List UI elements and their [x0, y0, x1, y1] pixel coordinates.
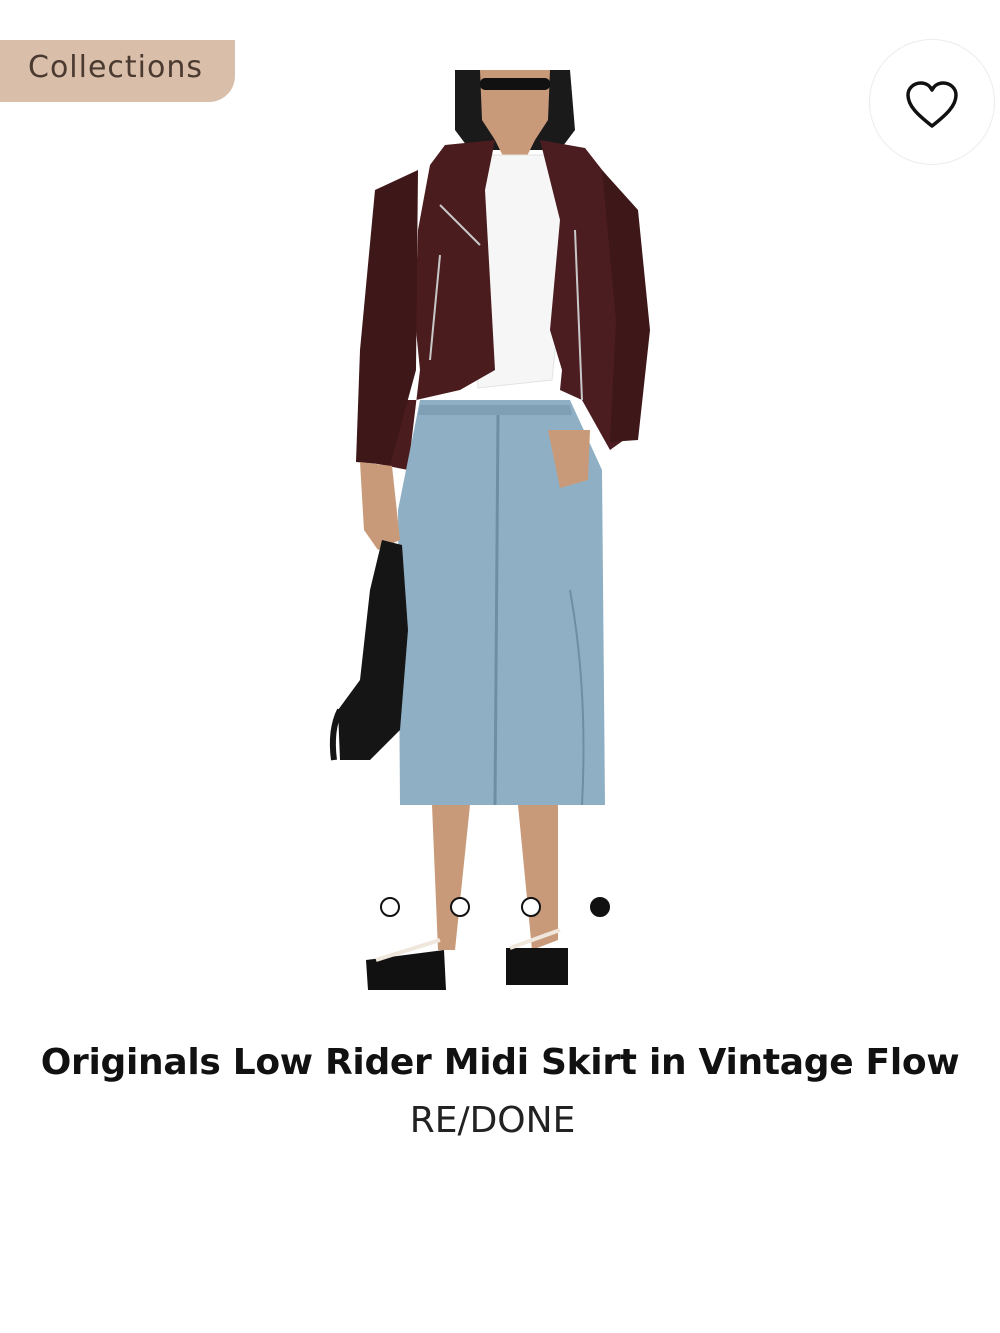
- carousel-indicator: [0, 895, 1000, 919]
- collections-label: Collections: [28, 50, 204, 85]
- favorite-button[interactable]: [870, 40, 994, 164]
- sunglasses: [480, 78, 550, 90]
- sandal-left: [366, 950, 446, 990]
- product-image[interactable]: [320, 70, 660, 1020]
- product-title[interactable]: Originals Low Rider Midi Skirt in Vintag…: [0, 1042, 1000, 1083]
- carousel-dot-3[interactable]: [521, 897, 541, 917]
- sandal-right: [506, 948, 568, 985]
- carousel-dot-2[interactable]: [450, 897, 470, 917]
- carousel-dot-4-active[interactable]: [590, 897, 610, 917]
- black-shoulder-bag: [338, 540, 408, 760]
- model-legs: [432, 805, 470, 950]
- model-hand-left: [360, 462, 400, 550]
- heart-icon: [906, 81, 958, 128]
- product-brand[interactable]: RE/DONE: [0, 1100, 985, 1141]
- carousel-dot-1[interactable]: [380, 897, 400, 917]
- collections-button[interactable]: Collections: [0, 40, 235, 102]
